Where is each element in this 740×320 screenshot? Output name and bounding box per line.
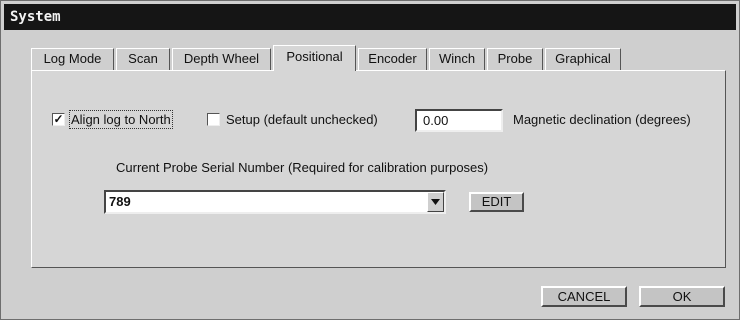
tab-encoder[interactable]: Encoder	[358, 48, 427, 70]
tab-graphical[interactable]: Graphical	[545, 48, 621, 70]
edit-button-label: EDIT	[481, 194, 512, 209]
combo-dropdown-button[interactable]	[427, 192, 444, 212]
setup-checkbox[interactable]	[207, 113, 220, 126]
declination-label: Magnetic declination (degrees)	[513, 112, 691, 127]
system-dialog: System Log Mode Scan Depth Wheel Positio…	[0, 0, 740, 320]
positional-panel: ✓ Align log to North Setup (default unch…	[31, 70, 726, 268]
tab-probe[interactable]: Probe	[487, 48, 543, 70]
cancel-button-label: CANCEL	[557, 289, 611, 304]
cancel-button[interactable]: CANCEL	[541, 286, 627, 307]
ok-button-label: OK	[672, 289, 692, 304]
serial-heading: Current Probe Serial Number (Required fo…	[116, 160, 489, 175]
align-north-label: Align log to North	[69, 110, 173, 129]
align-north-checkbox[interactable]: ✓	[52, 113, 65, 126]
edit-button[interactable]: EDIT	[469, 192, 524, 212]
serial-number-value: 789	[109, 194, 131, 209]
tab-log-mode[interactable]: Log Mode	[31, 48, 114, 70]
ok-button[interactable]: OK	[639, 286, 725, 307]
tab-positional[interactable]: Positional	[273, 45, 356, 71]
setup-option[interactable]: Setup (default unchecked)	[207, 112, 378, 127]
window-title: System	[4, 4, 736, 30]
tab-scan[interactable]: Scan	[116, 48, 170, 70]
triangle-down-icon	[431, 199, 440, 205]
serial-number-combobox[interactable]: 789	[104, 190, 446, 214]
tab-depth-wheel[interactable]: Depth Wheel	[172, 48, 271, 70]
tab-winch[interactable]: Winch	[429, 48, 485, 70]
align-north-option[interactable]: ✓ Align log to North	[52, 110, 173, 129]
setup-label: Setup (default unchecked)	[226, 112, 378, 127]
declination-input[interactable]: 0.00	[415, 109, 503, 132]
